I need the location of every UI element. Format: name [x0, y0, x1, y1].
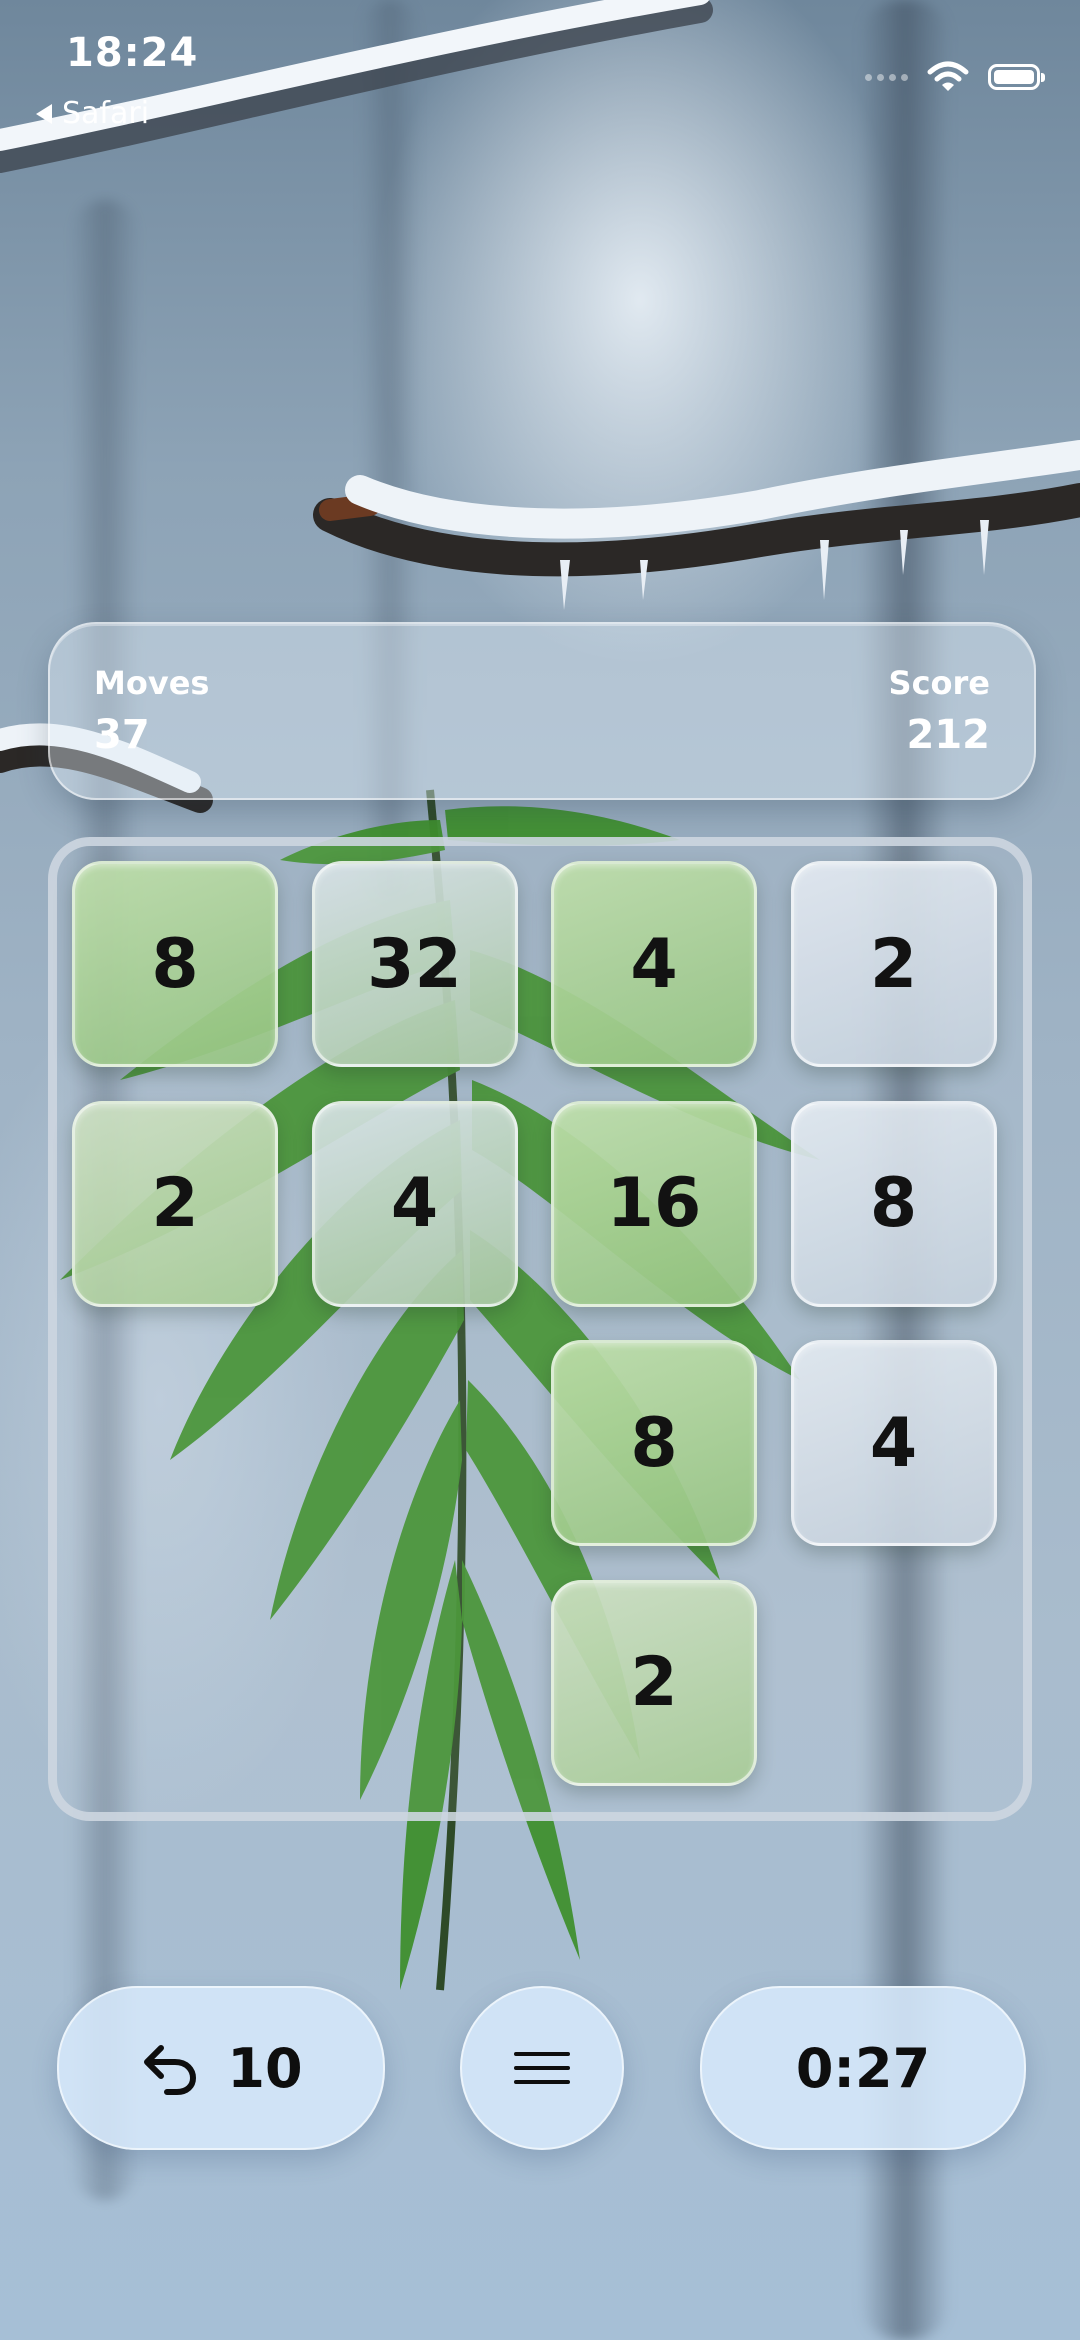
score-label: Score: [888, 664, 990, 702]
status-time: 18:24: [66, 30, 199, 76]
wifi-icon: [927, 61, 969, 91]
status-bar: 18:24 Safari: [0, 0, 1080, 140]
menu-button[interactable]: [460, 1986, 624, 2150]
tile-2: 2: [551, 1579, 757, 1786]
game-board[interactable]: 8 32 4 2 2 4 16 8 8 4 2: [48, 837, 1032, 1821]
tile-2: 2: [790, 861, 997, 1067]
tile-8: 8: [790, 1100, 997, 1307]
tile-4: 4: [551, 861, 757, 1067]
battery-icon: [988, 64, 1045, 90]
tile-16: 16: [551, 1100, 757, 1307]
back-arrow-icon: [36, 103, 52, 124]
tile-32: 32: [311, 861, 518, 1067]
back-to-app-link[interactable]: Safari: [36, 96, 149, 131]
undo-arrow-icon: [139, 2040, 199, 2096]
timer-display: 0:27: [700, 1986, 1026, 2150]
tile-8: 8: [72, 861, 278, 1067]
timer-value: 0:27: [795, 2036, 931, 2100]
undo-count: 10: [227, 2036, 303, 2100]
back-app-label: Safari: [62, 96, 150, 131]
hamburger-menu-icon: [512, 2050, 572, 2086]
tile-4: 4: [311, 1100, 518, 1307]
cellular-signal-icon: [865, 73, 908, 81]
score-value: 212: [906, 712, 991, 758]
undo-button[interactable]: 10: [57, 1986, 385, 2150]
stats-panel: Moves 37 Score 212: [48, 622, 1036, 800]
tile-4: 4: [790, 1340, 997, 1546]
status-indicators: [865, 60, 1045, 94]
tile-8: 8: [551, 1340, 757, 1546]
moves-label: Moves: [94, 664, 210, 702]
tile-2: 2: [72, 1100, 278, 1307]
moves-value: 37: [94, 712, 150, 758]
